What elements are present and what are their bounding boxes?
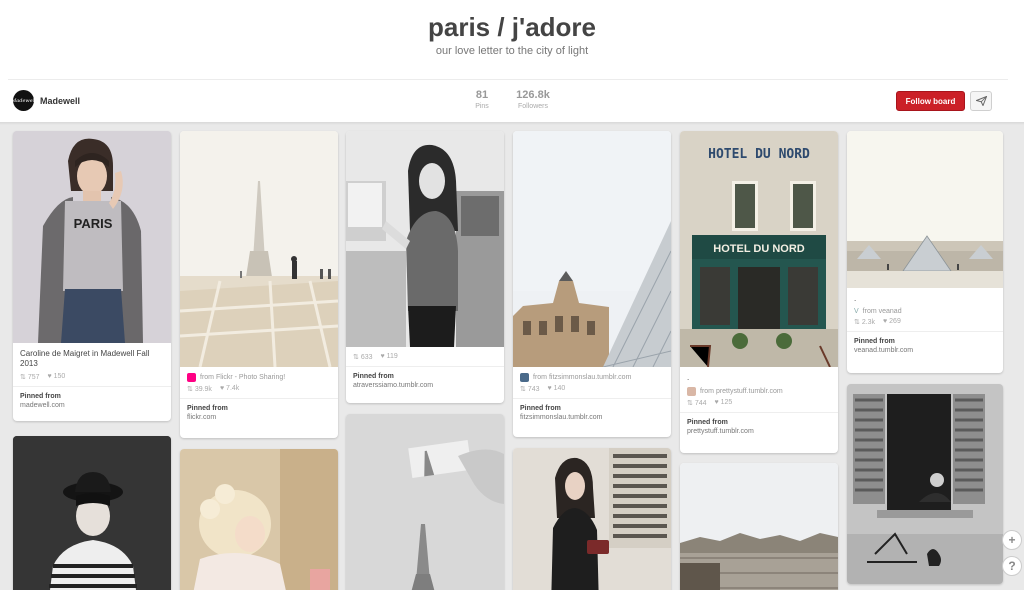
pin-image[interactable] (513, 448, 671, 590)
like-count: ♥ 269 (883, 318, 901, 325)
pinned-from-label: Pinned from (687, 419, 728, 426)
pin-source[interactable]: from fitzsimmonslau.tumblr.com (520, 373, 664, 382)
like-count: ♥ 7.4k (219, 385, 240, 392)
like-count: ♥ 125 (714, 399, 733, 406)
hotel-sign-bottom: HOTEL DU NORD (713, 243, 805, 255)
pinned-from-domain: madewell.com (20, 402, 65, 409)
pinned-from-domain: veanad.tumblr.com (854, 347, 914, 354)
header-divider (8, 79, 1008, 80)
svg-text:PARIS: PARIS (74, 216, 113, 231)
pin-image[interactable] (180, 131, 338, 367)
owner-avatar-text: Madewell (11, 97, 36, 104)
pin-counts: ⇅ 633 ♥ 119 (353, 353, 497, 366)
pin-description: Caroline de Maigret in Madewell Fall 201… (20, 349, 150, 368)
pinned-from[interactable]: Pinned from atraverssiamo.tumblr.com (346, 366, 504, 395)
pinned-from[interactable]: Pinned from flickr.com (180, 398, 338, 427)
pin-image[interactable] (847, 131, 1003, 288)
pinned-from-label: Pinned from (854, 338, 895, 345)
pin-image[interactable]: PARIS (13, 131, 171, 343)
pin-image[interactable] (346, 414, 504, 590)
pin-counts: ⇅ 2.3k ♥ 269 (854, 318, 996, 331)
repin-count: ⇅ 39.9k (187, 386, 212, 393)
pin-description: . (687, 373, 690, 382)
like-count: ♥ 150 (47, 373, 66, 380)
pinned-from-domain: flickr.com (187, 414, 217, 421)
pin-card[interactable]: from Flickr - Photo Sharing! ⇅ 39.9k ♥ 7… (180, 131, 338, 438)
pin-description: . (854, 294, 857, 303)
pin-counts: ⇅ 757 ♥ 150 (20, 373, 164, 386)
pin-image[interactable] (346, 131, 504, 347)
pinned-from[interactable]: Pinned from fitzsimmonslau.tumblr.com (513, 398, 671, 427)
repin-count: ⇅ 743 (520, 386, 540, 393)
pin-source[interactable]: from prettystuff.tumblr.com (687, 387, 831, 396)
board-description: our love letter to the city of light (435, 45, 589, 57)
pin-image[interactable] (513, 131, 671, 367)
pinned-from-domain: atraverssiamo.tumblr.com (353, 382, 434, 389)
pin-source[interactable]: Vfrom veanad (854, 308, 996, 315)
board-header: paris / j'adore our love letter to the c… (0, 0, 1024, 124)
pin-card[interactable] (13, 436, 171, 590)
followers-count: 126.8k (516, 89, 550, 101)
pin-image[interactable]: HOTEL DU NORD HOTEL DU NORD (680, 131, 838, 367)
tumblr-avatar-icon (520, 373, 529, 382)
pin-card[interactable]: ⇅ 633 ♥ 119 Pinned from atraverssiamo.tu… (346, 131, 504, 403)
flickr-icon (187, 373, 196, 382)
pin-card[interactable]: from fitzsimmonslau.tumblr.com ⇅ 743 ♥ 1… (513, 131, 671, 437)
like-count: ♥ 140 (547, 385, 566, 392)
repin-count: ⇅ 757 (20, 374, 40, 381)
pin-card[interactable] (513, 448, 671, 590)
pinned-from-domain: fitzsimmonslau.tumblr.com (520, 414, 603, 421)
header-shadow (0, 122, 1024, 125)
send-board-button[interactable] (970, 91, 992, 111)
pinned-from[interactable]: Pinned from prettystuff.tumblr.com (680, 412, 838, 441)
repin-count: ⇅ 2.3k (854, 319, 876, 326)
pin-counts: ⇅ 39.9k ♥ 7.4k (187, 385, 331, 398)
pinned-from[interactable]: Pinned from madewell.com (13, 386, 171, 415)
plus-icon: + (1008, 533, 1016, 547)
pinned-from-label: Pinned from (20, 393, 61, 400)
help-icon: ? (1008, 559, 1016, 573)
followers-label: Followers (518, 103, 548, 110)
tumblr-avatar-icon (687, 387, 696, 396)
pinned-from-label: Pinned from (520, 405, 561, 412)
hotel-sign-top: HOTEL DU NORD (708, 147, 810, 162)
pin-source[interactable]: from Flickr - Photo Sharing! (187, 373, 331, 382)
pin-card[interactable] (180, 449, 338, 590)
pin-card[interactable] (847, 384, 1003, 584)
pin-image[interactable] (180, 449, 338, 590)
paper-plane-icon (975, 96, 987, 106)
follow-board-button[interactable]: Follow board (896, 91, 965, 111)
source-avatar-icon: V (854, 308, 859, 315)
pin-counts: ⇅ 744 ♥ 125 (687, 399, 831, 412)
add-pin-button[interactable]: + (1002, 530, 1022, 550)
pin-counts: ⇅ 743 ♥ 140 (520, 385, 664, 398)
help-button[interactable]: ? (1002, 556, 1022, 576)
pinned-from-label: Pinned from (353, 373, 394, 380)
pin-card[interactable]: . Vfrom veanad ⇅ 2.3k ♥ 269 Pinned from … (847, 131, 1003, 373)
pin-image[interactable] (847, 384, 1003, 584)
pinned-from-label: Pinned from (187, 405, 228, 412)
pin-image[interactable] (13, 436, 171, 590)
pin-card[interactable]: PARIS Caroline de Maigret in Madewell Fa… (13, 131, 171, 421)
pinned-from-domain: prettystuff.tumblr.com (687, 428, 754, 435)
pin-card[interactable]: HOTEL DU NORD HOTEL DU NORD . from prett… (680, 131, 838, 453)
board-title: paris / j'adore (427, 12, 597, 42)
pin-card[interactable] (680, 463, 838, 590)
pin-image[interactable] (680, 463, 838, 590)
repin-count: ⇅ 633 (353, 354, 373, 361)
pin-card[interactable] (346, 414, 504, 590)
owner-avatar[interactable]: Madewell (11, 90, 36, 111)
pinned-from[interactable]: Pinned from veanad.tumblr.com (847, 331, 1003, 360)
followers-stat[interactable]: 126.8k Followers (503, 89, 563, 110)
like-count: ♥ 119 (380, 353, 398, 360)
repin-count: ⇅ 744 (687, 400, 707, 407)
owner-name-link[interactable]: Madewell (40, 96, 80, 106)
